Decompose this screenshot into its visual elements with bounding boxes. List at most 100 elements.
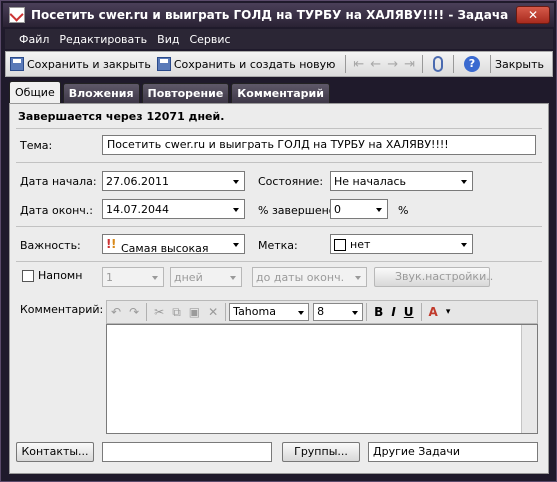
- comment-label: Комментарий:: [20, 303, 104, 316]
- menu-view[interactable]: Вид: [157, 33, 179, 46]
- status-select[interactable]: Не началась: [330, 171, 473, 191]
- save-new-icon: [156, 57, 171, 71]
- general-panel: Завершается через 12071 дней. Тема: Посе…: [9, 103, 549, 474]
- title-bar[interactable]: Посетить cwer.ru и выиграть ГОЛД на ТУРБ…: [3, 3, 554, 27]
- start-date-value: 27.06.2011: [106, 175, 169, 188]
- paste-icon[interactable]: ▣: [189, 305, 200, 319]
- subject-label: Тема:: [20, 139, 53, 152]
- tab-recurrence[interactable]: Повторение: [141, 83, 230, 103]
- chevron-down-icon: [233, 180, 239, 184]
- label-label: Метка:: [258, 239, 298, 252]
- help-icon[interactable]: ?: [464, 56, 480, 72]
- redo-icon[interactable]: ↷: [129, 305, 139, 319]
- status-label: Состояние:: [258, 175, 324, 188]
- task-window: Посетить cwer.ru и выиграть ГОЛД на ТУРБ…: [0, 0, 557, 482]
- chevron-down-icon: [230, 276, 236, 280]
- underline-icon[interactable]: U: [404, 305, 414, 319]
- chevron-down-icon: [461, 243, 467, 247]
- end-date-label: Дата оконч.:: [20, 204, 93, 217]
- task-app-icon: [9, 7, 25, 23]
- groups-button[interactable]: Группы...: [282, 442, 360, 462]
- high-priority-icon: [106, 237, 118, 252]
- toolbar-separator: [420, 303, 422, 321]
- divider: [16, 162, 542, 163]
- start-date-picker[interactable]: 27.06.2011: [102, 171, 245, 191]
- color-swatch-icon: [334, 239, 346, 251]
- font-size-select[interactable]: 8: [313, 303, 364, 321]
- remind-unit-select[interactable]: дней: [170, 267, 242, 287]
- font-name-select[interactable]: Tahoma: [229, 303, 310, 321]
- chevron-down-icon: [352, 311, 359, 315]
- menu-edit[interactable]: Редактировать: [59, 33, 147, 46]
- remind-checkbox[interactable]: [22, 270, 34, 282]
- status-value: Не началась: [334, 175, 407, 188]
- toolbar-separator: [422, 55, 423, 73]
- end-date-picker[interactable]: 14.07.2044: [102, 199, 245, 219]
- end-date-value: 14.07.2044: [106, 203, 169, 216]
- chevron-down-icon: [152, 276, 158, 280]
- divider: [16, 128, 542, 129]
- first-record-icon[interactable]: ⇤: [353, 57, 364, 72]
- percent-sign: %: [398, 204, 409, 217]
- due-info: Завершается через 12071 дней.: [18, 110, 225, 123]
- toolbar-separator: [225, 303, 227, 321]
- next-record-icon[interactable]: →: [387, 57, 398, 72]
- toolbar-separator: [490, 55, 491, 73]
- save-new-button[interactable]: Сохранить и создать новую: [156, 57, 335, 71]
- percent-value: 0: [334, 203, 341, 216]
- remind-relative-select[interactable]: до даты оконч.: [252, 267, 367, 287]
- comment-textarea[interactable]: [106, 324, 538, 434]
- close-button[interactable]: Закрыть: [495, 58, 544, 71]
- delete-icon[interactable]: ✕: [208, 305, 218, 319]
- bold-icon[interactable]: B: [374, 305, 383, 319]
- start-date-label: Дата начала:: [20, 175, 97, 188]
- subject-input[interactable]: Посетить cwer.ru и выиграть ГОЛД на ТУРБ…: [102, 135, 536, 155]
- groups-field[interactable]: Другие Задачи: [368, 442, 538, 462]
- format-toolbar: ↶ ↷ ✂ ⧉ ▣ ✕ Tahoma 8 B I U A ▾: [106, 300, 538, 324]
- chevron-down-icon[interactable]: ▾: [446, 307, 451, 317]
- italic-icon[interactable]: I: [391, 305, 395, 319]
- sound-settings-button[interactable]: Звук.настройки..: [374, 267, 493, 287]
- save-close-label: Сохранить и закрыть: [27, 57, 151, 71]
- contacts-field[interactable]: [102, 442, 272, 462]
- remind-unit-value: дней: [174, 271, 203, 284]
- toolbar-separator: [453, 55, 454, 73]
- groups-button-label: Группы...: [294, 445, 348, 458]
- priority-select[interactable]: Самая высокая: [102, 234, 245, 254]
- priority-value: Самая высокая: [121, 242, 209, 254]
- font-color-icon[interactable]: A: [429, 305, 438, 319]
- contacts-button[interactable]: Контакты...: [16, 442, 94, 462]
- tab-strip: Общие Вложения Повторение Комментарий: [9, 81, 332, 103]
- prev-record-icon[interactable]: ←: [370, 57, 381, 72]
- contacts-button-label: Контакты...: [21, 445, 89, 458]
- percent-label: % завершено:: [258, 204, 340, 217]
- chevron-down-icon: [355, 276, 361, 280]
- tab-comment[interactable]: Комментарий: [231, 83, 330, 103]
- copy-icon[interactable]: ⧉: [172, 305, 181, 320]
- remind-count-value: 1: [106, 271, 113, 284]
- tab-general[interactable]: Общие: [9, 81, 61, 103]
- undo-icon[interactable]: ↶: [111, 305, 121, 319]
- menu-tools[interactable]: Сервис: [189, 33, 230, 46]
- close-window-button[interactable]: ✕: [516, 6, 550, 24]
- font-size-value: 8: [317, 305, 325, 318]
- percent-select[interactable]: 0: [330, 199, 388, 219]
- menu-file[interactable]: Файл: [19, 33, 49, 46]
- last-record-icon[interactable]: ⇥: [404, 57, 415, 72]
- label-select[interactable]: нет: [330, 234, 473, 254]
- remind-label: Напомн: [38, 269, 83, 282]
- divider: [16, 226, 542, 227]
- cut-icon[interactable]: ✂: [154, 305, 164, 319]
- toolbar-separator: [146, 303, 148, 321]
- tab-attachments[interactable]: Вложения: [62, 83, 140, 103]
- attachment-icon[interactable]: [433, 56, 443, 72]
- menu-bar: Файл Редактировать Вид Сервис: [5, 29, 553, 49]
- toolbar-separator: [366, 303, 368, 321]
- chevron-down-icon: [233, 243, 239, 247]
- vertical-scrollbar[interactable]: [521, 325, 537, 433]
- window-title: Посетить cwer.ru и выиграть ГОЛД на ТУРБ…: [31, 8, 509, 22]
- remind-count-select[interactable]: 1: [102, 267, 164, 287]
- divider: [16, 261, 542, 262]
- chevron-down-icon: [233, 208, 239, 212]
- save-close-button[interactable]: Сохранить и закрыть: [10, 57, 151, 71]
